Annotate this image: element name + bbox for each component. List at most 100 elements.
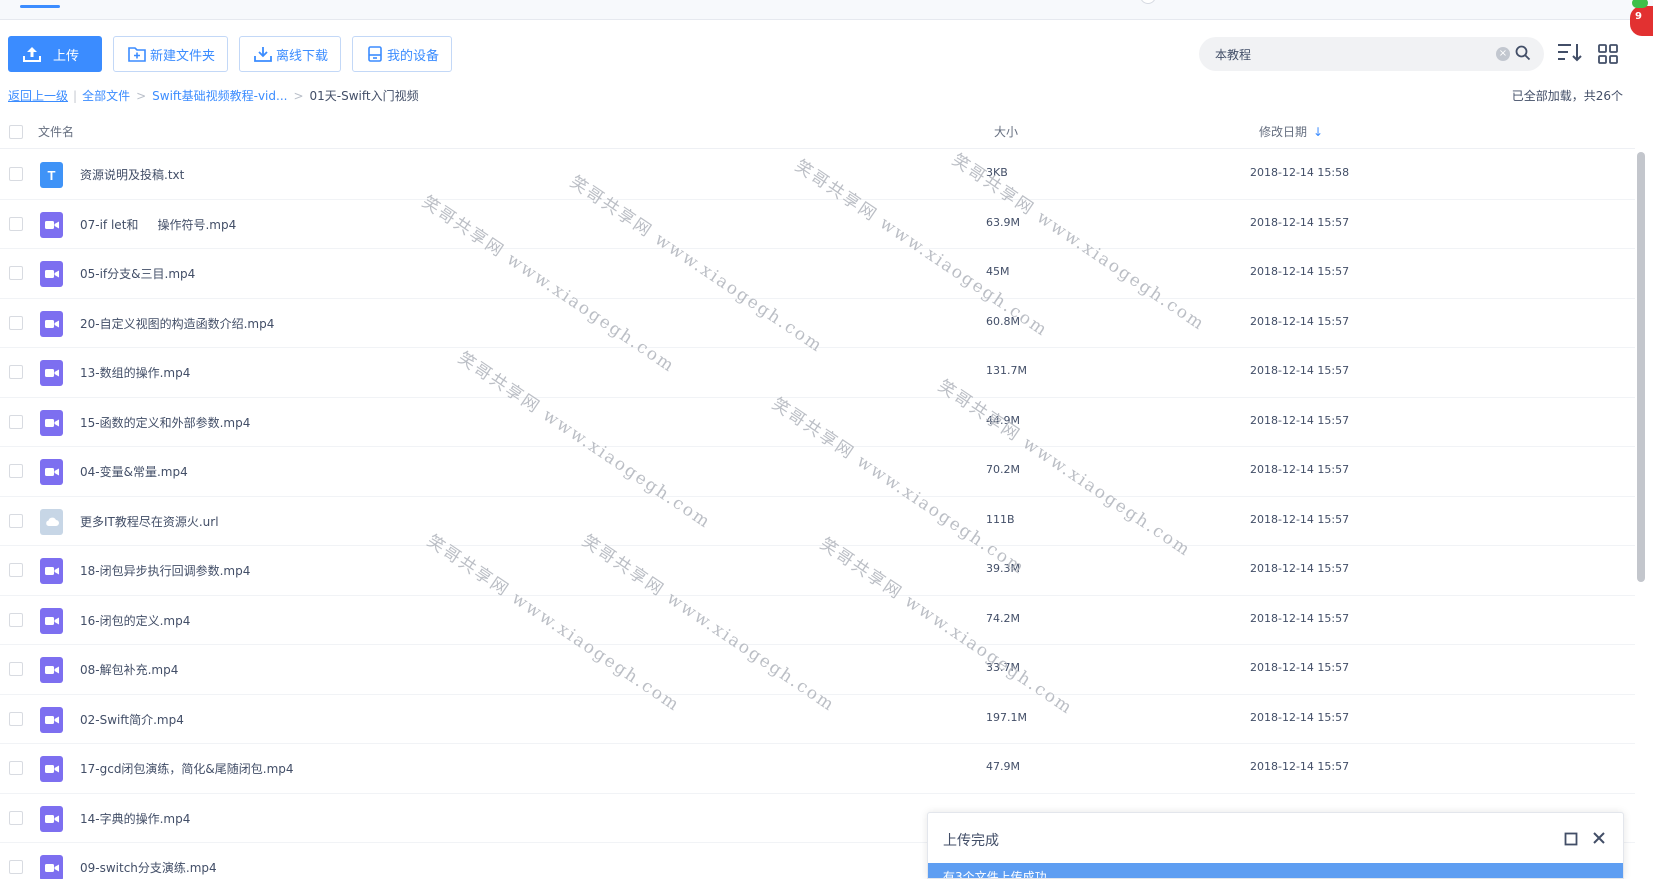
- file-date: 2018-12-14 15:57: [1250, 265, 1350, 278]
- row-checkbox[interactable]: [9, 365, 23, 379]
- row-checkbox[interactable]: [9, 612, 23, 627]
- video-file-icon: [40, 459, 63, 485]
- file-name[interactable]: 15-函数的定义和外部参数.mp4: [80, 414, 250, 431]
- clear-search-icon[interactable]: ×: [1496, 47, 1510, 61]
- row-checkbox[interactable]: [9, 513, 23, 528]
- file-name[interactable]: 更多IT教程尽在资源火.url: [80, 513, 219, 530]
- video-camera-icon: [44, 616, 59, 625]
- upload-status-panel: 上传完成 有3个文件上传成功: [927, 812, 1624, 879]
- table-row[interactable]: 05-if分支&三目.mp4 45M 2018-12-14 15:57: [0, 249, 1635, 299]
- file-size: 60.8M: [986, 314, 1020, 328]
- table-row[interactable]: 15-函数的定义和外部参数.mp4 44.9M 2018-12-14 15:57: [0, 398, 1635, 447]
- avatar-circle[interactable]: [1140, 0, 1156, 4]
- file-name[interactable]: 18-闭包异步执行回调参数.mp4: [80, 562, 250, 579]
- row-checkbox[interactable]: [9, 216, 23, 231]
- back-link[interactable]: 返回上一级: [8, 87, 68, 104]
- file-name[interactable]: 资源说明及投稿.txt: [80, 166, 184, 183]
- search-input[interactable]: [1215, 47, 1495, 61]
- new-folder-button[interactable]: 新建文件夹: [113, 36, 229, 72]
- close-icon[interactable]: [1592, 831, 1606, 845]
- file-date: 2018-12-14 15:57: [1250, 562, 1350, 575]
- file-size: 45M: [986, 265, 1010, 278]
- video-camera-icon: [44, 270, 59, 278]
- file-name[interactable]: 02-Swift简介.mp4: [80, 711, 184, 728]
- file-name[interactable]: 13-数组的操作.mp4: [80, 364, 190, 381]
- file-date: 2018-12-14 15:57: [1250, 314, 1350, 328]
- video-camera-icon: [44, 814, 59, 823]
- video-camera-icon: [44, 319, 59, 328]
- file-name[interactable]: 08-解包补充.mp4: [80, 661, 178, 678]
- upload-button[interactable]: 上传: [8, 36, 102, 72]
- table-row[interactable]: 16-闭包的定义.mp4 74.2M 2018-12-14 15:57: [0, 596, 1635, 645]
- file-size: 74.2M: [986, 611, 1020, 625]
- row-checkbox[interactable]: [9, 464, 23, 478]
- search-icon[interactable]: [1515, 45, 1531, 61]
- video-file-icon: [40, 310, 63, 337]
- top-tab-strip: [0, 0, 1653, 20]
- file-name[interactable]: 05-if分支&三目.mp4: [80, 265, 195, 282]
- file-date: 2018-12-14 15:57: [1250, 413, 1350, 427]
- table-row[interactable]: 20-自定义视图的构造函数介绍.mp4 60.8M 2018-12-14 15:57: [0, 299, 1635, 348]
- toolbar: 上传 新建文件夹 离线下载 我的设备: [8, 36, 453, 72]
- table-row[interactable]: 04-变量&常量.mp4 70.2M 2018-12-14 15:57: [0, 447, 1635, 497]
- table-row[interactable]: 17-gcd闭包演练，简化&尾随闭包.mp4 47.9M 2018-12-14 15…: [0, 744, 1635, 794]
- upload-icon: [23, 47, 41, 62]
- download-icon: [254, 47, 272, 62]
- file-name[interactable]: 04-变量&常量.mp4: [80, 463, 188, 480]
- table-row[interactable]: 07-if let和 操作符号.mp4 63.9M 2018-12-14 15:57: [0, 200, 1635, 249]
- row-checkbox[interactable]: [9, 167, 23, 181]
- table-row[interactable]: 18-闭包异步执行回调参数.mp4 39.3M 2018-12-14 15:57: [0, 546, 1635, 596]
- video-file-icon: [40, 211, 63, 238]
- video-camera-icon: [44, 567, 59, 575]
- table-row[interactable]: T 资源说明及投稿.txt 3KB 2018-12-14 15:58: [0, 150, 1635, 200]
- row-checkbox[interactable]: [9, 563, 23, 577]
- file-name[interactable]: 16-闭包的定义.mp4: [80, 612, 190, 629]
- grid-view-icon[interactable]: [1598, 44, 1618, 64]
- file-name[interactable]: 20-自定义视图的构造函数介绍.mp4: [80, 315, 274, 332]
- sort-icon[interactable]: [1556, 42, 1584, 64]
- maximize-icon[interactable]: [1564, 832, 1578, 846]
- row-checkbox[interactable]: [9, 860, 23, 874]
- file-size: 47.9M: [986, 760, 1020, 773]
- select-all-checkbox[interactable]: [9, 125, 23, 139]
- new-folder-icon: [128, 47, 146, 62]
- row-checkbox[interactable]: [9, 266, 23, 280]
- notification-count: 9: [1635, 11, 1642, 22]
- my-devices-button[interactable]: 我的设备: [352, 36, 453, 72]
- column-header-date[interactable]: 修改日期 ↓: [1259, 123, 1323, 140]
- table-row[interactable]: 02-Swift简介.mp4 197.1M 2018-12-14 15:57: [0, 695, 1635, 744]
- column-header-size[interactable]: 大小: [994, 123, 1018, 140]
- offline-download-button[interactable]: 离线下载: [239, 36, 342, 72]
- table-row[interactable]: 更多IT教程尽在资源火.url 111B 2018-12-14 15:57: [0, 497, 1635, 546]
- breadcrumb-parent-folder[interactable]: Swift基础视频教程-vid...: [152, 87, 287, 104]
- scrollbar-thumb[interactable]: [1637, 152, 1645, 582]
- breadcrumb-all-files[interactable]: 全部文件: [82, 87, 130, 104]
- row-checkbox[interactable]: [9, 711, 23, 726]
- row-checkbox[interactable]: [9, 761, 23, 775]
- file-date: 2018-12-14 15:57: [1250, 215, 1350, 229]
- file-name[interactable]: 09-switch分支演练.mp4: [80, 859, 217, 876]
- row-checkbox[interactable]: [9, 810, 23, 825]
- video-file-icon: [40, 261, 63, 287]
- notification-badge[interactable]: 9: [1630, 0, 1653, 36]
- file-size: 44.9M: [986, 413, 1020, 427]
- file-name[interactable]: 17-gcd闭包演练，简化&尾随闭包.mp4: [80, 760, 294, 777]
- file-date: 2018-12-14 15:57: [1250, 611, 1350, 625]
- video-file-icon: [40, 657, 63, 683]
- file-name[interactable]: 14-字典的操作.mp4: [80, 810, 190, 827]
- row-checkbox[interactable]: [9, 662, 23, 676]
- video-camera-icon: [44, 369, 59, 377]
- table-row[interactable]: 13-数组的操作.mp4 131.7M 2018-12-14 15:57: [0, 348, 1635, 398]
- offline-download-label: 离线下载: [276, 48, 329, 64]
- video-file-icon: [40, 558, 63, 584]
- file-list-header: 文件名 大小 修改日期 ↓: [0, 113, 1635, 149]
- breadcrumb-separator: >: [136, 88, 147, 103]
- row-checkbox[interactable]: [9, 315, 23, 330]
- file-name[interactable]: 07-if let和 操作符号.mp4: [80, 216, 236, 233]
- table-row[interactable]: 08-解包补充.mp4 33.7M 2018-12-14 15:57: [0, 645, 1635, 695]
- file-size: 39.3M: [986, 562, 1020, 575]
- file-size: 197.1M: [986, 710, 1027, 724]
- row-checkbox[interactable]: [9, 414, 23, 429]
- column-header-name[interactable]: 文件名: [38, 123, 74, 140]
- badge-green-dot: [1632, 0, 1648, 8]
